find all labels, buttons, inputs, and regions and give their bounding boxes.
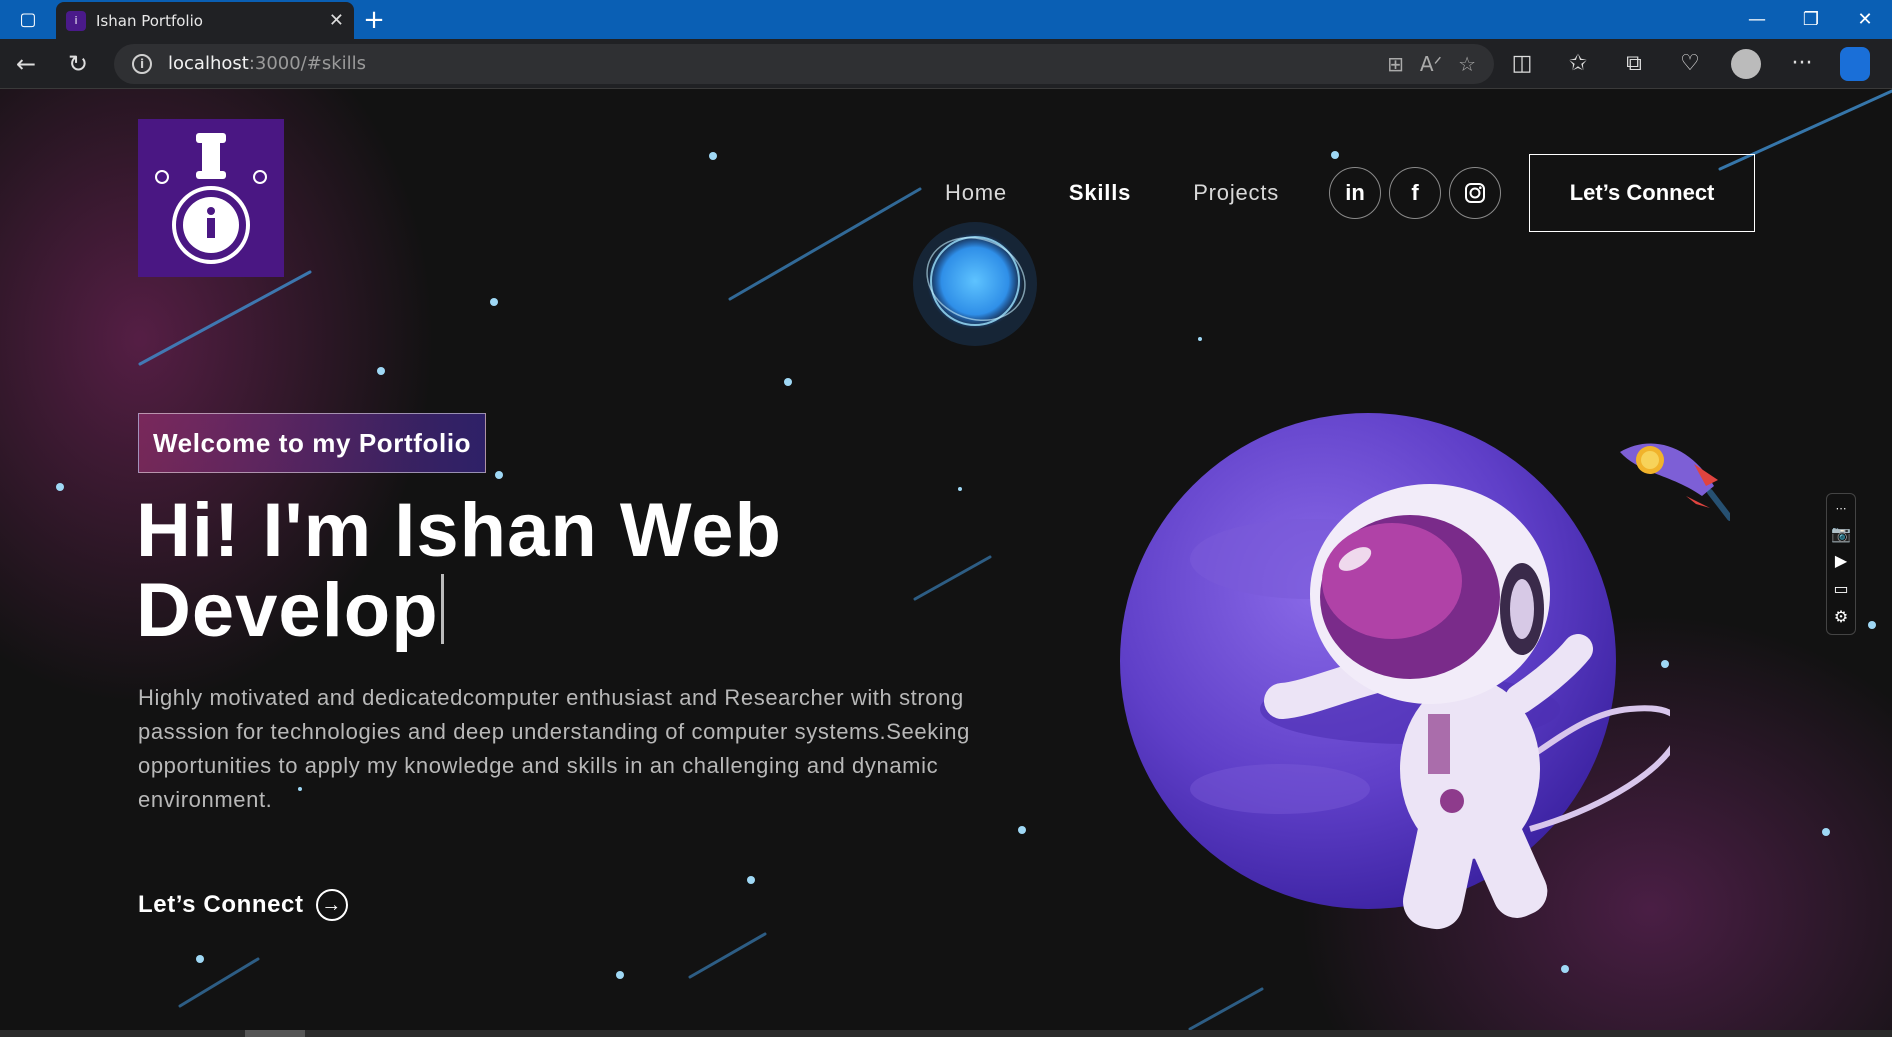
browser-toolbar: ← ↻ i localhost:3000/#skills ⊞ Aᐟ ☆ ◫ ✩ …: [0, 39, 1892, 89]
portfolio-page: Home Skills Projects in f Let’s Connect: [0, 89, 1892, 1037]
url-text[interactable]: localhost:3000/#skills: [168, 53, 366, 74]
favicon-icon: i: [66, 10, 86, 31]
split-screen-icon[interactable]: ◫: [1494, 51, 1550, 76]
collections-icon[interactable]: ⧉: [1606, 51, 1662, 76]
new-tab-icon[interactable]: +: [354, 0, 394, 39]
more-menu-icon[interactable]: ···: [1774, 51, 1830, 76]
close-tab-icon[interactable]: ✕: [329, 10, 344, 31]
lets-connect-button[interactable]: Let’s Connect: [1529, 154, 1756, 232]
copilot-icon[interactable]: [1840, 46, 1870, 81]
rocket-illustration: [1620, 443, 1730, 521]
window-icon[interactable]: ▭: [1833, 579, 1848, 598]
hero-description: Highly motivated and dedicatedcomputer e…: [138, 685, 970, 812]
cta-label: Let’s Connect: [138, 891, 304, 918]
video-icon[interactable]: ▶: [1835, 551, 1847, 570]
refresh-icon[interactable]: ↻: [52, 50, 104, 78]
favorites-icon[interactable]: ✩: [1550, 51, 1606, 76]
minimize-icon[interactable]: —: [1730, 0, 1784, 39]
nav-link-skills[interactable]: Skills: [1069, 180, 1131, 206]
restore-icon[interactable]: ❐: [1784, 0, 1838, 39]
hero-connect-link[interactable]: Let’s Connect →: [138, 889, 348, 921]
tab-actions-icon[interactable]: ▢: [0, 0, 56, 39]
close-window-icon[interactable]: ✕: [1838, 0, 1892, 39]
tab-title: Ishan Portfolio: [96, 11, 203, 30]
camera-icon[interactable]: 📷: [1831, 524, 1851, 543]
welcome-tagline: Welcome to my Portfolio: [138, 413, 487, 473]
hero-headline: Hi! I'm Ishan Web Develop: [136, 491, 896, 651]
browser-titlebar: ▢ i Ishan Portfolio ✕ + — ❐ ✕: [0, 0, 1892, 39]
headline-text: Hi! I'm Ishan Web Develop: [136, 488, 782, 653]
main-navigation: Home Skills Projects in f Let’s Connect: [945, 154, 1756, 232]
horizontal-scrollbar[interactable]: [0, 1030, 1892, 1037]
instagram-icon[interactable]: [1449, 167, 1502, 219]
profile-avatar[interactable]: [1731, 48, 1761, 79]
apps-icon[interactable]: ⊞: [1387, 52, 1404, 76]
browser-essentials-icon[interactable]: ♡: [1662, 51, 1718, 76]
linkedin-icon[interactable]: in: [1329, 167, 1382, 219]
social-links: in f: [1329, 167, 1502, 219]
scrollbar-thumb[interactable]: [245, 1030, 305, 1037]
capture-settings-icon[interactable]: ⋯: [1836, 502, 1847, 515]
favorite-star-icon[interactable]: ☆: [1458, 52, 1476, 76]
site-info-icon[interactable]: i: [132, 53, 152, 74]
facebook-icon[interactable]: f: [1389, 167, 1442, 219]
astronaut-planet-illustration: [1120, 413, 1670, 930]
read-aloud-icon[interactable]: Aᐟ: [1420, 52, 1442, 76]
typing-caret: [440, 574, 444, 644]
arrow-right-circle-icon: →: [315, 889, 348, 921]
site-logo[interactable]: [138, 119, 284, 277]
browser-tab[interactable]: i Ishan Portfolio ✕: [56, 2, 354, 39]
nav-link-projects[interactable]: Projects: [1193, 180, 1279, 206]
nav-link-home[interactable]: Home: [945, 180, 1007, 206]
gear-icon[interactable]: ⚙: [1834, 607, 1848, 626]
back-icon[interactable]: ←: [0, 50, 52, 78]
glowing-moon-illustration: [913, 222, 1037, 346]
screen-capture-toolbar: ⋯ 📷 ▶ ▭ ⚙: [1826, 493, 1856, 635]
address-bar[interactable]: i localhost:3000/#skills ⊞ Aᐟ ☆: [114, 43, 1494, 84]
